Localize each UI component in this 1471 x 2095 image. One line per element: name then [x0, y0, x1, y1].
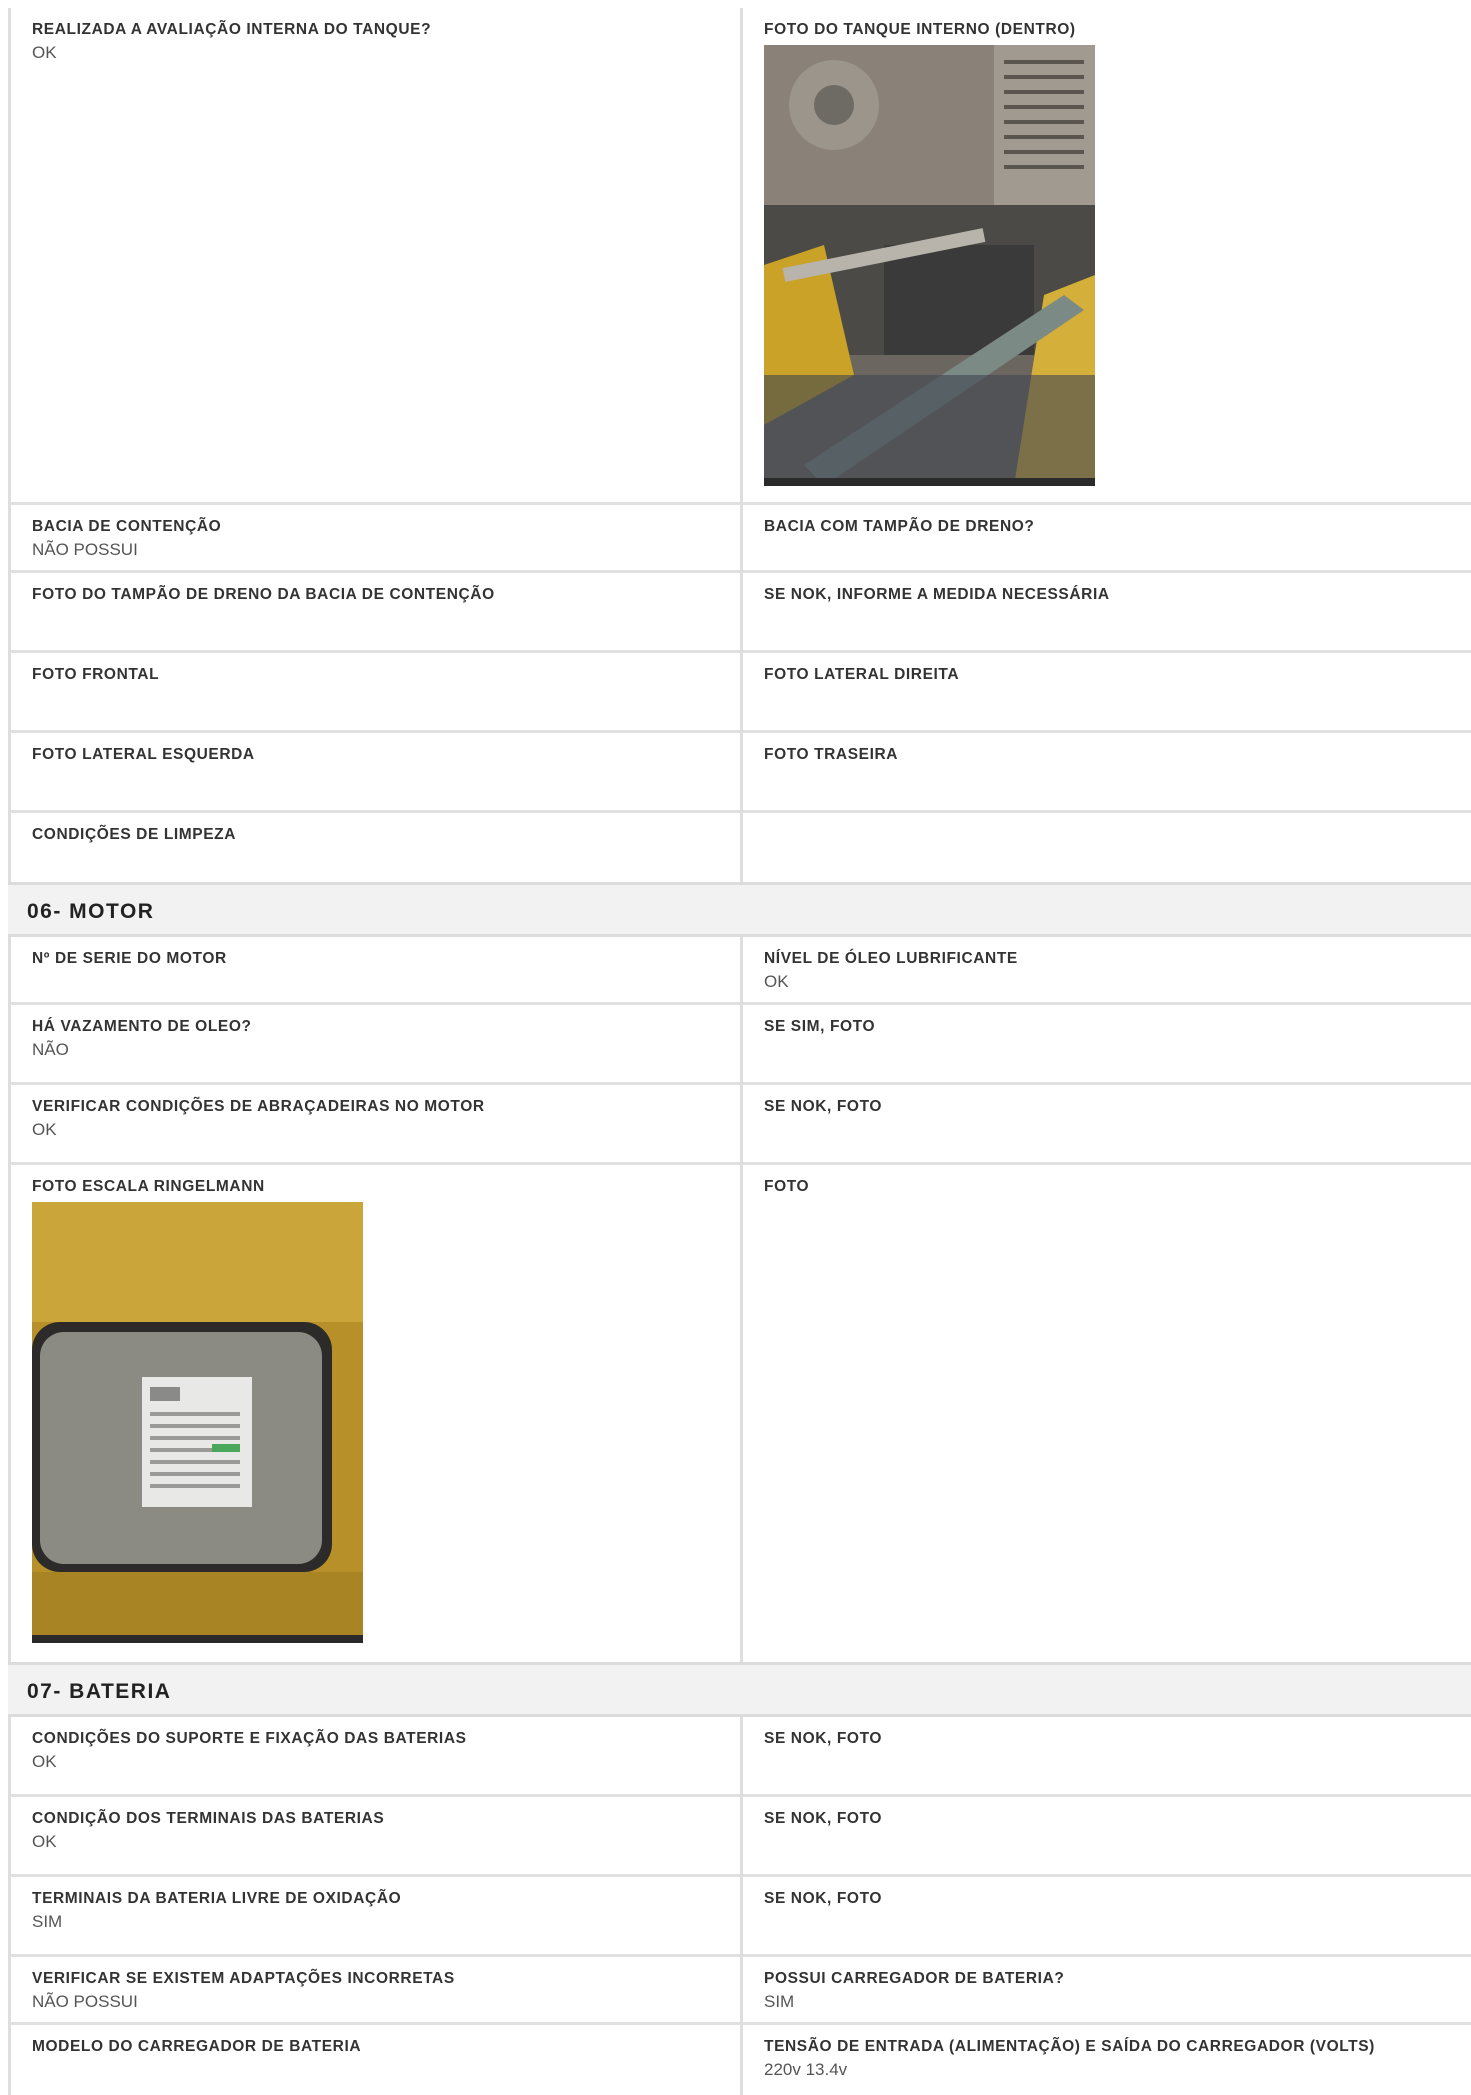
field-cell: FOTO [743, 1165, 1471, 1662]
field-value: OK [764, 972, 789, 991]
field-label: POSSUI CARREGADOR DE BATERIA? [764, 1970, 1065, 1987]
field-label: FOTO [764, 1178, 810, 1195]
field-label: FOTO ESCALA RINGELMANN [32, 1178, 265, 1195]
field-cell: SE NOK, FOTO [743, 1717, 1471, 1797]
field-label: TENSÃO DE ENTRADA (ALIMENTAÇÃO) E SAÍDA … [764, 2038, 1375, 2055]
tank-grid: REALIZADA A AVALIAÇÃO INTERNA DO TANQUE?… [8, 8, 1471, 882]
field-cell: CONDIÇÕES DE LIMPEZA [8, 813, 743, 882]
field-label: VERIFICAR SE EXISTEM ADAPTAÇÕES INCORRET… [32, 1970, 455, 1987]
section-header-motor: 06- MOTOR [8, 882, 1471, 937]
field-cell [743, 813, 1471, 882]
field-label: NÍVEL DE ÓLEO LUBRIFICANTE [764, 950, 1018, 967]
field-label: FOTO DO TANQUE INTERNO (DENTRO) [764, 21, 1076, 38]
tank-internal-photo[interactable] [764, 45, 1095, 486]
field-label: FOTO DO TAMPÃO DE DRENO DA BACIA DE CONT… [32, 586, 495, 603]
field-cell: FOTO LATERAL DIREITA [743, 653, 1471, 733]
field-value: SIM [764, 1992, 795, 2011]
field-label: SE NOK, FOTO [764, 1730, 883, 1747]
field-value: SIM [32, 1912, 63, 1931]
field-cell: Nº DE SERIE DO MOTOR [8, 937, 743, 1005]
field-value: OK [32, 1832, 57, 1851]
field-cell: SE NOK, FOTO [743, 1797, 1471, 1877]
field-cell: CONDIÇÕES DO SUPORTE E FIXAÇÃO DAS BATER… [8, 1717, 743, 1797]
field-value: 220v 13.4v [764, 2060, 848, 2079]
field-label: CONDIÇÕES DO SUPORTE E FIXAÇÃO DAS BATER… [32, 1730, 467, 1747]
field-value: OK [32, 43, 57, 62]
field-value: OK [32, 1120, 57, 1139]
field-label: SE NOK, FOTO [764, 1810, 883, 1827]
field-cell: SE NOK, FOTO [743, 1877, 1471, 1957]
field-cell: BACIA COM TAMPÃO DE DRENO? [743, 505, 1471, 573]
field-cell: TERMINAIS DA BATERIA LIVRE DE OXIDAÇÃO S… [8, 1877, 743, 1957]
field-label: BACIA DE CONTENÇÃO [32, 518, 222, 535]
field-label: CONDIÇÃO DOS TERMINAIS DAS BATERIAS [32, 1810, 385, 1827]
field-cell: FOTO DO TAMPÃO DE DRENO DA BACIA DE CONT… [8, 573, 743, 653]
field-cell: FOTO TRASEIRA [743, 733, 1471, 813]
field-label: FOTO LATERAL DIREITA [764, 666, 960, 683]
field-label: VERIFICAR CONDIÇÕES DE ABRAÇADEIRAS NO M… [32, 1098, 485, 1115]
field-label: SE NOK, INFORME A MEDIDA NECESSÁRIA [764, 586, 1110, 603]
field-cell: REALIZADA A AVALIAÇÃO INTERNA DO TANQUE?… [8, 8, 743, 505]
field-cell: POSSUI CARREGADOR DE BATERIA? SIM [743, 1957, 1471, 2025]
field-label: SE SIM, FOTO [764, 1018, 876, 1035]
field-label: FOTO TRASEIRA [764, 746, 899, 763]
field-cell: NÍVEL DE ÓLEO LUBRIFICANTE OK [743, 937, 1471, 1005]
bateria-grid: CONDIÇÕES DO SUPORTE E FIXAÇÃO DAS BATER… [8, 1717, 1471, 2095]
field-value: NÃO [32, 1040, 69, 1059]
field-cell: BACIA DE CONTENÇÃO NÃO POSSUI [8, 505, 743, 573]
field-cell: HÁ VAZAMENTO DE OLEO? NÃO [8, 1005, 743, 1085]
field-value: NÃO POSSUI [32, 540, 138, 559]
report-frame: REALIZADA A AVALIAÇÃO INTERNA DO TANQUE?… [8, 8, 1471, 2095]
field-label: SE NOK, FOTO [764, 1890, 883, 1907]
field-label: CONDIÇÕES DE LIMPEZA [32, 826, 237, 843]
field-label: SE NOK, FOTO [764, 1098, 883, 1115]
field-cell: VERIFICAR SE EXISTEM ADAPTAÇÕES INCORRET… [8, 1957, 743, 2025]
field-cell: SE NOK, FOTO [743, 1085, 1471, 1165]
inspection-report: REALIZADA A AVALIAÇÃO INTERNA DO TANQUE?… [0, 0, 1471, 2095]
field-label: REALIZADA A AVALIAÇÃO INTERNA DO TANQUE? [32, 21, 432, 38]
ringelmann-photo[interactable] [32, 1202, 363, 1643]
field-cell: FOTO ESCALA RINGELMANN [8, 1165, 743, 1662]
field-cell: SE SIM, FOTO [743, 1005, 1471, 1085]
field-label: TERMINAIS DA BATERIA LIVRE DE OXIDAÇÃO [32, 1890, 402, 1907]
field-cell: VERIFICAR CONDIÇÕES DE ABRAÇADEIRAS NO M… [8, 1085, 743, 1165]
field-cell: FOTO FRONTAL [8, 653, 743, 733]
field-cell: SE NOK, INFORME A MEDIDA NECESSÁRIA [743, 573, 1471, 653]
field-label: Nº DE SERIE DO MOTOR [32, 950, 227, 967]
motor-grid: Nº DE SERIE DO MOTOR NÍVEL DE ÓLEO LUBRI… [8, 937, 1471, 1662]
field-cell: FOTO DO TANQUE INTERNO (DENTRO) [743, 8, 1471, 505]
field-cell: FOTO LATERAL ESQUERDA [8, 733, 743, 813]
field-label: HÁ VAZAMENTO DE OLEO? [32, 1018, 252, 1035]
field-label: FOTO FRONTAL [32, 666, 160, 683]
section-header-bateria: 07- BATERIA [8, 1662, 1471, 1717]
field-value: NÃO POSSUI [32, 1992, 138, 2011]
field-label: MODELO DO CARREGADOR DE BATERIA [32, 2038, 362, 2055]
field-label: BACIA COM TAMPÃO DE DRENO? [764, 518, 1035, 535]
field-cell: CONDIÇÃO DOS TERMINAIS DAS BATERIAS OK [8, 1797, 743, 1877]
field-label: FOTO LATERAL ESQUERDA [32, 746, 255, 763]
field-value: OK [32, 1752, 57, 1771]
